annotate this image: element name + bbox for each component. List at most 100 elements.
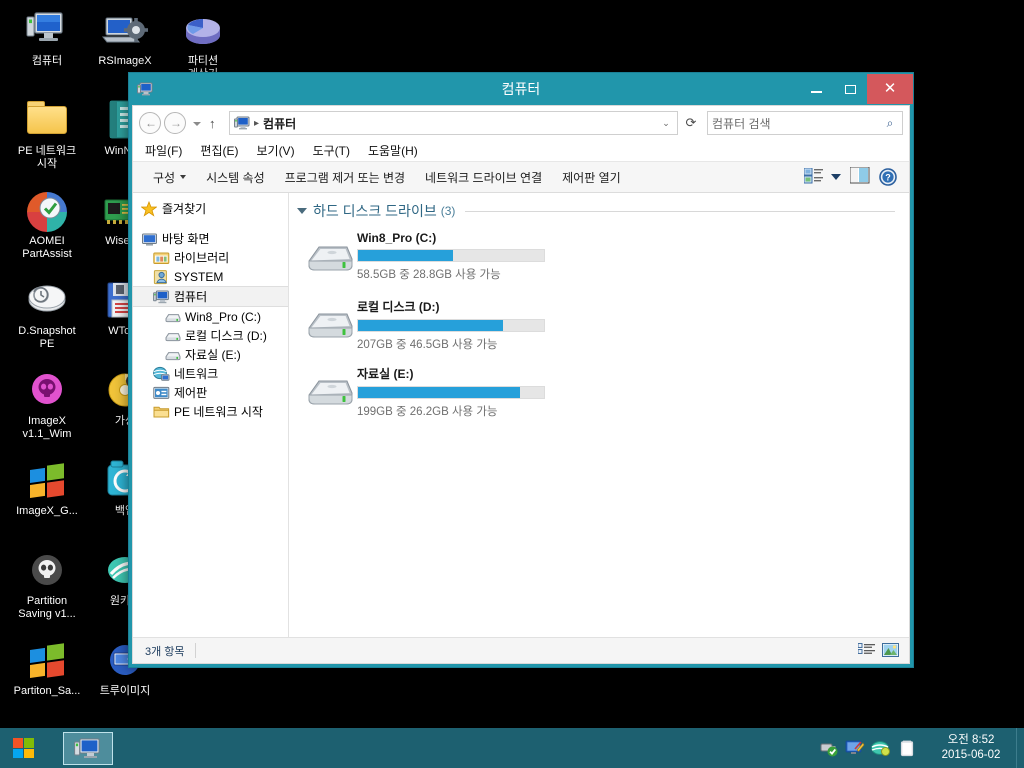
drive-capacity-bar	[357, 386, 545, 399]
explorer-window[interactable]: 컴퓨터 ✕ ← → ↑ ▸ 컴퓨터 ⌄ ⟳ 컴퓨터 검색 ⌕ 파일(F) 편집(…	[128, 72, 914, 668]
desktop[interactable]: 컴퓨터RSImageX파티션계산기PE 네트워크시작WinNTSAOMEIPar…	[0, 0, 1024, 768]
file-list-pane[interactable]: 하드 디스크 드라이브 (3) Win8_Pro (C:) 58.5GB 중 28…	[289, 193, 909, 637]
system-tray: 오전 8:52 2015-06-02	[816, 728, 1024, 768]
desktop-icon-label-line2: v1.1_Wim	[22, 427, 72, 440]
menu-item-3[interactable]: 보기(V)	[254, 140, 296, 161]
drive-snapshot-icon	[23, 278, 71, 322]
desktop-icon-pe-네트워크[interactable]: PE 네트워크 시작	[8, 98, 86, 170]
desktop-icon-파티션[interactable]: 파티션계산기	[164, 8, 242, 80]
command-button-2[interactable]: 프로그램 제거 또는 변경	[275, 166, 415, 189]
command-button-4[interactable]: 제어판 열기	[552, 166, 631, 189]
minimize-button[interactable]	[799, 74, 833, 104]
drive-name: 자료실 (E:)	[357, 367, 414, 381]
sidebar-item-label: 라이브러리	[174, 251, 230, 265]
close-button[interactable]: ✕	[867, 74, 913, 104]
network-icon[interactable]	[870, 737, 892, 759]
sidebar-item-자료실-e-[interactable]: 자료실 (E:)	[133, 345, 288, 364]
desktop-icon-partition[interactable]: Partition Saving v1...	[8, 548, 86, 620]
menu-item-2[interactable]: 편집(E)	[198, 140, 240, 161]
sidebar-item-favorites[interactable]: 즐겨찾기	[133, 199, 288, 218]
desktop-icon	[141, 231, 158, 247]
desktop-icon-rsimagex[interactable]: RSImageX	[86, 8, 164, 68]
taskbar[interactable]: 오전 8:52 2015-06-02	[0, 728, 1024, 768]
desktop-icon-d-snapshot[interactable]: D.Snapshot PE	[8, 278, 86, 350]
start-button[interactable]	[0, 728, 52, 768]
group-label: 하드 디스크 드라이브	[313, 203, 437, 219]
up-button[interactable]: ↑	[205, 112, 225, 134]
drive-name: 로컬 디스크 (D:)	[357, 300, 440, 314]
maximize-button[interactable]	[833, 74, 867, 104]
large-icons-view-icon[interactable]	[879, 640, 903, 662]
taskbar-computer-window[interactable]	[63, 732, 113, 765]
drive-item[interactable]: 자료실 (E:) 199GB 중 26.2GB 사용 가능	[305, 363, 558, 421]
sidebar-tree: 바탕 화면라이브러리 SYSTEM 컴퓨터 Win8_Pro (C:) 로컬 디스크 (…	[133, 229, 288, 421]
drive-free-space: 199GB 중 26.2GB 사용 가능	[357, 406, 498, 418]
hard-drive-icon	[305, 369, 357, 417]
window-title: 컴퓨터	[501, 81, 541, 97]
sidebar-item-label: Win8_Pro (C:)	[185, 309, 262, 324]
computer-icon	[23, 8, 71, 52]
search-input[interactable]: 컴퓨터 검색 ⌕	[707, 111, 903, 135]
organize-button[interactable]: 구성	[143, 166, 196, 189]
refresh-button[interactable]: ⟳	[680, 111, 702, 135]
desktop-icon-aomei[interactable]: AOMEI PartAssist	[8, 188, 86, 260]
window-titlebar[interactable]: 컴퓨터 ✕	[129, 73, 913, 105]
details-view-icon[interactable]	[855, 640, 879, 662]
desktop-icon-label: D.Snapshot	[18, 325, 76, 337]
desktop-icon-label: 트루이미지	[99, 685, 151, 697]
sidebar-item-라이브러리[interactable]: 라이브러리	[133, 248, 288, 267]
display-settings-icon[interactable]	[844, 737, 866, 759]
sidebar-item-네트워크[interactable]: 네트워크	[133, 364, 288, 383]
sidebar-item-바탕-화면[interactable]: 바탕 화면	[133, 229, 288, 248]
status-divider	[194, 643, 196, 658]
command-button-3[interactable]: 네트워크 드라이브 연결	[415, 166, 552, 189]
organize-label: 구성	[153, 170, 176, 185]
sidebar-item-win8_pro-c-[interactable]: Win8_Pro (C:)	[133, 307, 288, 326]
menu-item-5[interactable]: 도움말(H)	[366, 140, 420, 161]
drive-item[interactable]: Win8_Pro (C:) 58.5GB 중 28.8GB 사용 가능	[305, 229, 558, 287]
drive-capacity-bar	[357, 249, 545, 262]
desktop-icon-partiton_sa-[interactable]: Partiton_Sa...	[8, 638, 86, 698]
safely-remove-hardware-icon[interactable]	[818, 737, 840, 759]
sidebar-item-label: SYSTEM	[174, 269, 224, 284]
sidebar-item-system[interactable]: SYSTEM	[133, 267, 288, 286]
drive-icon	[164, 347, 181, 363]
imagex-skull-icon	[23, 368, 71, 412]
drive-icon	[164, 328, 181, 344]
collapse-triangle-icon[interactable]	[297, 208, 307, 214]
chevron-down-icon[interactable]: ⌄	[657, 118, 675, 129]
command-bar: 구성 시스템 속성 프로그램 제거 또는 변경 네트워크 드라이브 연결 제어판 열기	[133, 162, 909, 193]
desktop-icon-imagex[interactable]: ImageX v1.1_Wim	[8, 368, 86, 440]
search-placeholder: 컴퓨터 검색	[712, 116, 771, 131]
show-desktop-button[interactable]	[1016, 728, 1024, 768]
breadcrumb-path[interactable]: 컴퓨터	[263, 115, 296, 132]
view-dropdown-icon[interactable]	[827, 165, 845, 189]
menu-item-4[interactable]: 도구(T)	[311, 140, 352, 161]
desktop-icon-컴퓨터[interactable]: 컴퓨터	[8, 8, 86, 68]
breadcrumb-separator: ▸	[254, 117, 260, 129]
drive-item[interactable]: 로컬 디스크 (D:) 207GB 중 46.5GB 사용 가능	[305, 296, 558, 354]
sidebar-item-로컬-디스크-d-[interactable]: 로컬 디스크 (D:)	[133, 326, 288, 345]
status-bar: 3개 항목	[133, 637, 909, 663]
command-button-1[interactable]: 시스템 속성	[196, 166, 275, 189]
sidebar-item-pe-네트워크-시작[interactable]: PE 네트워크 시작	[133, 402, 288, 421]
rsimagex-icon	[101, 8, 149, 52]
change-view-icon[interactable]	[801, 165, 827, 189]
preview-pane-icon[interactable]	[845, 165, 875, 189]
desktop-icon-label-line2: PartAssist	[22, 247, 72, 260]
desktop-icon-label: ImageX	[28, 415, 66, 427]
battery-icon[interactable]	[896, 737, 918, 759]
help-icon[interactable]: ?	[875, 165, 901, 189]
sidebar-item-제어판[interactable]: 제어판	[133, 383, 288, 402]
menu-item-1[interactable]: 파일(F)	[143, 140, 184, 161]
sidebar-item-컴퓨터[interactable]: 컴퓨터	[133, 286, 288, 307]
back-button[interactable]: ←	[139, 112, 161, 134]
forward-button[interactable]: →	[164, 112, 186, 134]
library-icon	[153, 250, 170, 266]
drive-capacity-bar	[357, 319, 545, 332]
recent-locations-button[interactable]	[189, 112, 205, 134]
navigation-pane[interactable]: 즐겨찾기 바탕 화면라이브러리 SYSTEM 컴퓨터 Win8_Pro (C:) 로컬 …	[133, 193, 289, 637]
desktop-icon-imagex_g-[interactable]: ImageX_G...	[8, 458, 86, 518]
address-input[interactable]: ▸ 컴퓨터 ⌄	[229, 111, 678, 135]
clock[interactable]: 오전 8:52 2015-06-02	[928, 733, 1014, 763]
